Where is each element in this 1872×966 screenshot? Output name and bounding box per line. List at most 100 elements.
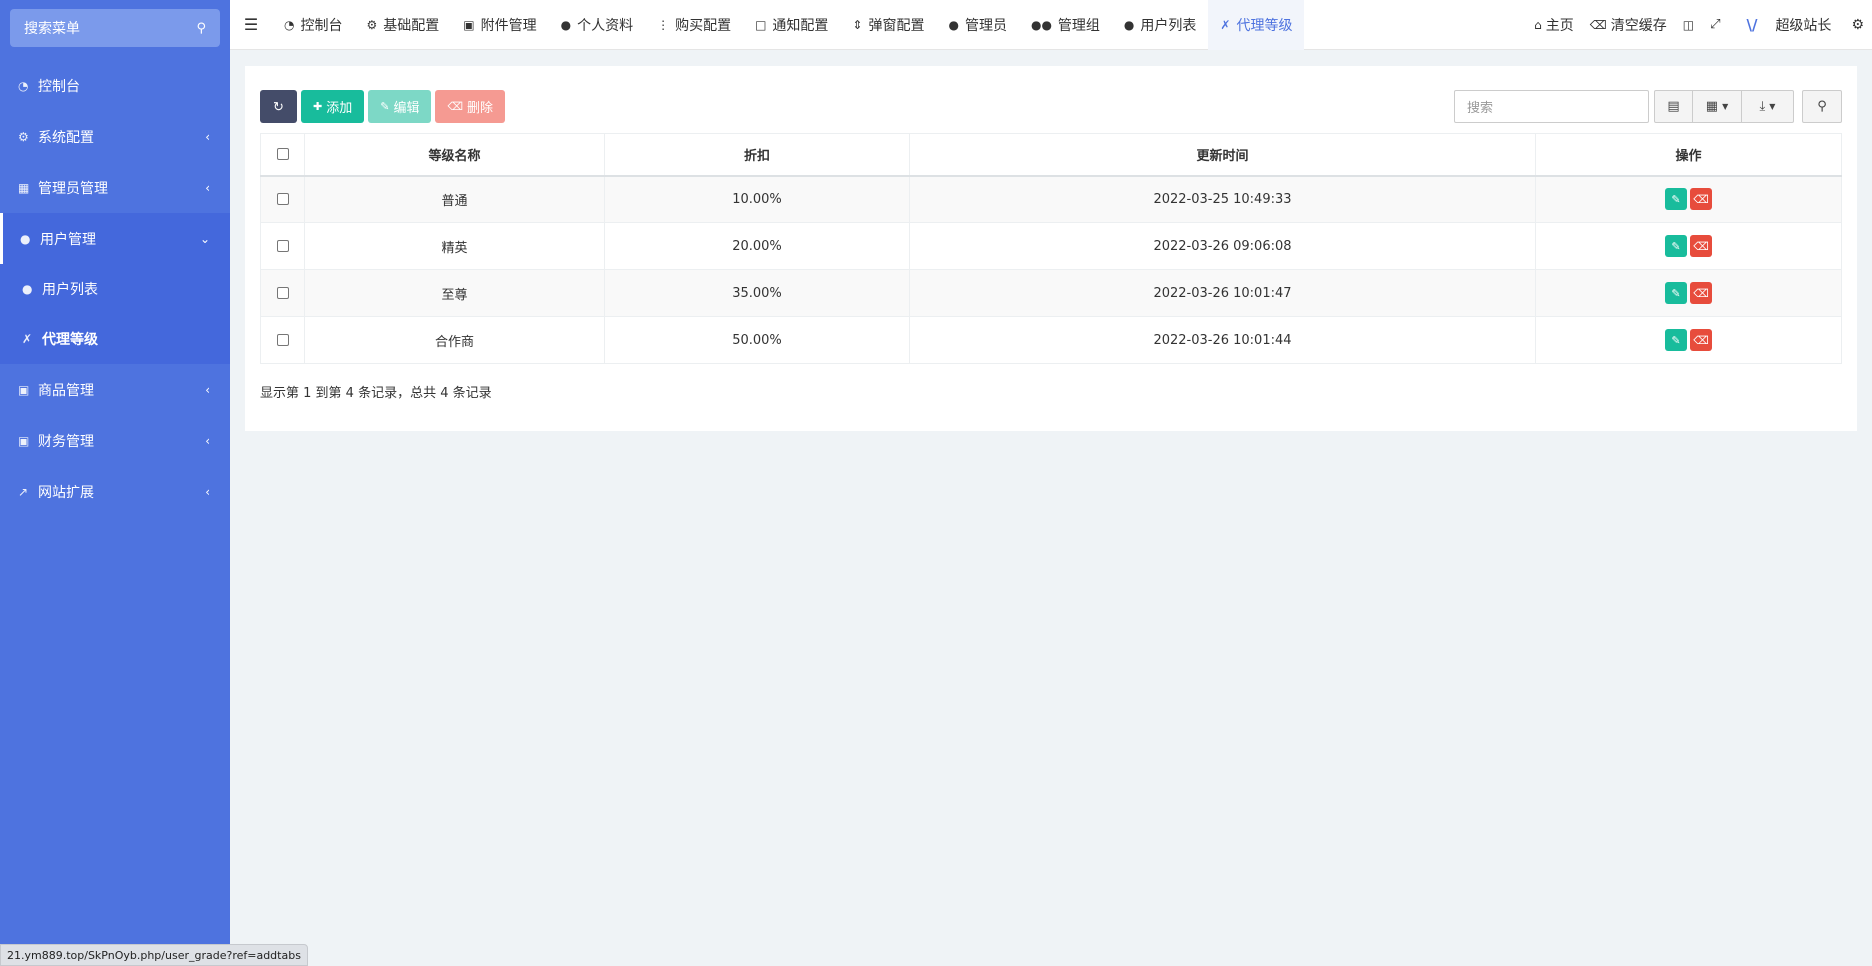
tab-basic-config[interactable]: ⚙ 基础配置: [354, 0, 451, 50]
sidebar-item-admin-management[interactable]: ▦ 管理员管理 ‹: [0, 162, 230, 213]
tab-admin[interactable]: ● 管理员: [936, 0, 1018, 50]
plus-icon: ✚: [313, 101, 323, 113]
add-button[interactable]: ✚ 添加: [301, 90, 365, 123]
refresh-button[interactable]: ↻: [260, 90, 297, 123]
cell-name: 合作商: [304, 316, 605, 364]
sidebar-item-site-extension[interactable]: ↗ 网站扩展 ‹: [0, 466, 230, 517]
edit-label: 编辑: [393, 100, 420, 115]
col-header-updated[interactable]: 更新时间: [909, 133, 1536, 177]
content-panel: ↻ ✚ 添加 ✎ 编辑 ⌫ 删除 搜索 ▤ ▦ ▼ ⤓ ▼ ⚲ 等级名称 折扣 更新时间 …: [245, 66, 1857, 431]
tab-dashboard[interactable]: ◔ 控制台: [272, 0, 354, 50]
cell-updated: 2022-03-26 10:01:47: [909, 269, 1536, 317]
table-search-placeholder: 搜索: [1467, 101, 1494, 116]
trash-icon: ⌫: [1589, 17, 1607, 32]
sidebar-item-finance-management[interactable]: ▣ 财务管理 ‹: [0, 415, 230, 466]
table-toolbar: ↻ ✚ 添加 ✎ 编辑 ⌫ 删除: [260, 90, 506, 123]
home-button[interactable]: ⌂ 主页: [1526, 0, 1582, 50]
cell-updated: 2022-03-25 10:49:33: [909, 175, 1536, 223]
select-all-cell: [260, 133, 305, 177]
user-menu[interactable]: \/ 超级站长: [1728, 0, 1843, 50]
search-icon: ⚲: [1817, 99, 1827, 114]
cell-name: 至尊: [304, 269, 605, 317]
row-delete-button[interactable]: ⌫: [1690, 188, 1712, 211]
cell-actions: ✎ ⌫: [1535, 269, 1842, 317]
columns-button[interactable]: ▦ ▼: [1693, 90, 1742, 123]
cogs-icon: ⚙: [1851, 16, 1864, 33]
row-checkbox[interactable]: [276, 287, 289, 299]
fullscreen-icon: ⤢: [1710, 17, 1721, 32]
tab-label: 管理员: [964, 17, 1007, 34]
refresh-icon: ↻: [273, 98, 284, 114]
sort-icon: ⇕: [852, 17, 863, 32]
clear-cache-button[interactable]: ⌫ 清空缓存: [1582, 0, 1675, 50]
sidebar-item-dashboard[interactable]: ◔ 控制台: [0, 60, 230, 111]
menu-search-placeholder: 搜索菜单: [24, 21, 80, 37]
tab-attachment[interactable]: ▣ 附件管理: [451, 0, 548, 50]
row-edit-button[interactable]: ✎: [1665, 282, 1687, 304]
row-edit-button[interactable]: ✎: [1665, 329, 1687, 351]
row-edit-button[interactable]: ✎: [1665, 235, 1687, 257]
download-icon: ⤓: [1759, 99, 1766, 114]
trash-icon: ⌫: [447, 101, 464, 113]
row-checkbox[interactable]: [276, 193, 289, 206]
grade-table: 等级名称 折扣 更新时间 操作 普通 10.00% 2022-03-25 10:…: [260, 133, 1842, 364]
menu-toggle-icon[interactable]: ☰: [230, 15, 272, 34]
tab-profile[interactable]: ● 个人资料: [549, 0, 645, 50]
tab-user-list[interactable]: ● 用户列表: [1112, 0, 1208, 50]
tab-admin-group[interactable]: ●● 管理组: [1019, 0, 1112, 50]
sidebar-item-label: 控制台: [38, 78, 80, 95]
cell-discount: 10.00%: [604, 175, 910, 223]
tab-label: 通知配置: [772, 17, 829, 34]
home-label: 主页: [1545, 17, 1574, 34]
sidebar-item-product-management[interactable]: ▣ 商品管理 ‹: [0, 364, 230, 415]
sidebar-item-label: 网站扩展: [38, 484, 94, 501]
pagination-summary: 显示第 1 到第 4 条记录，总共 4 条记录: [260, 386, 492, 401]
delete-button[interactable]: ⌫ 删除: [435, 90, 506, 123]
row-delete-button[interactable]: ⌫: [1690, 329, 1712, 351]
select-all-checkbox[interactable]: [276, 148, 289, 161]
sidebar-item-system-config[interactable]: ⚙ 系统配置 ‹: [0, 111, 230, 162]
row-delete-button[interactable]: ⌫: [1690, 282, 1712, 304]
tab-popup-config[interactable]: ⇕ 弹窗配置: [840, 0, 936, 50]
menu-search-input[interactable]: 搜索菜单 ⚲: [10, 9, 220, 47]
grid-icon: ▦: [1705, 99, 1719, 114]
col-header-actions: 操作: [1535, 133, 1842, 177]
tab-label: 代理等级: [1236, 17, 1293, 34]
tab-label: 弹窗配置: [868, 17, 925, 34]
edit-button[interactable]: ✎ 编辑: [368, 90, 432, 123]
sidebar-item-user-list[interactable]: ● 用户列表: [0, 264, 230, 314]
sidebar-item-user-management[interactable]: ● 用户管理 ⌄: [0, 213, 230, 264]
tab-purchase-config[interactable]: ⋮ 购买配置: [645, 0, 743, 50]
col-header-discount[interactable]: 折扣: [604, 133, 910, 177]
translate-icon: ◫: [1682, 17, 1695, 32]
comment-icon: □: [755, 17, 767, 32]
cell-actions: ✎ ⌫: [1535, 175, 1842, 223]
table-tools: 搜索 ▤ ▦ ▼ ⤓ ▼ ⚲: [1454, 90, 1842, 123]
row-delete-button[interactable]: ⌫: [1690, 235, 1712, 257]
add-label: 添加: [326, 100, 353, 115]
user-avatar: \/: [1746, 15, 1758, 34]
chevron-left-icon: ‹: [205, 433, 210, 448]
translate-button[interactable]: ◫: [1675, 0, 1702, 50]
toggle-view-button[interactable]: ▤: [1654, 90, 1693, 123]
dashboard-icon: ◔: [18, 78, 29, 93]
external-link-icon: ↗: [18, 484, 29, 499]
fullscreen-button[interactable]: ⤢: [1702, 0, 1728, 50]
search-toggle-button[interactable]: ⚲: [1802, 90, 1842, 123]
topbar-right: ⌂ 主页 ⌫ 清空缓存 ◫ ⤢ \/ 超级站长 ⚙: [1526, 0, 1872, 50]
row-edit-button[interactable]: ✎: [1665, 188, 1687, 211]
settings-button[interactable]: ⚙: [1843, 0, 1872, 50]
tab-label: 个人资料: [577, 17, 634, 34]
export-button[interactable]: ⤓ ▼: [1742, 90, 1794, 123]
search-icon[interactable]: ⚲: [196, 21, 206, 36]
cell-name: 精英: [304, 222, 605, 270]
tab-notify-config[interactable]: □ 通知配置: [743, 0, 840, 50]
tab-agent-level[interactable]: ✗ 代理等级: [1208, 0, 1305, 50]
row-checkbox[interactable]: [276, 240, 289, 252]
table-search-input[interactable]: 搜索: [1454, 90, 1649, 123]
chevron-left-icon: ‹: [205, 382, 210, 397]
sidebar-nav: ◔ 控制台 ⚙ 系统配置 ‹ ▦ 管理员管理 ‹ ● 用户管理 ⌄ ● 用户列表…: [0, 60, 230, 517]
sidebar-item-agent-level[interactable]: ✗ 代理等级: [0, 314, 230, 364]
col-header-name[interactable]: 等级名称: [304, 133, 605, 177]
row-checkbox[interactable]: [276, 334, 289, 346]
